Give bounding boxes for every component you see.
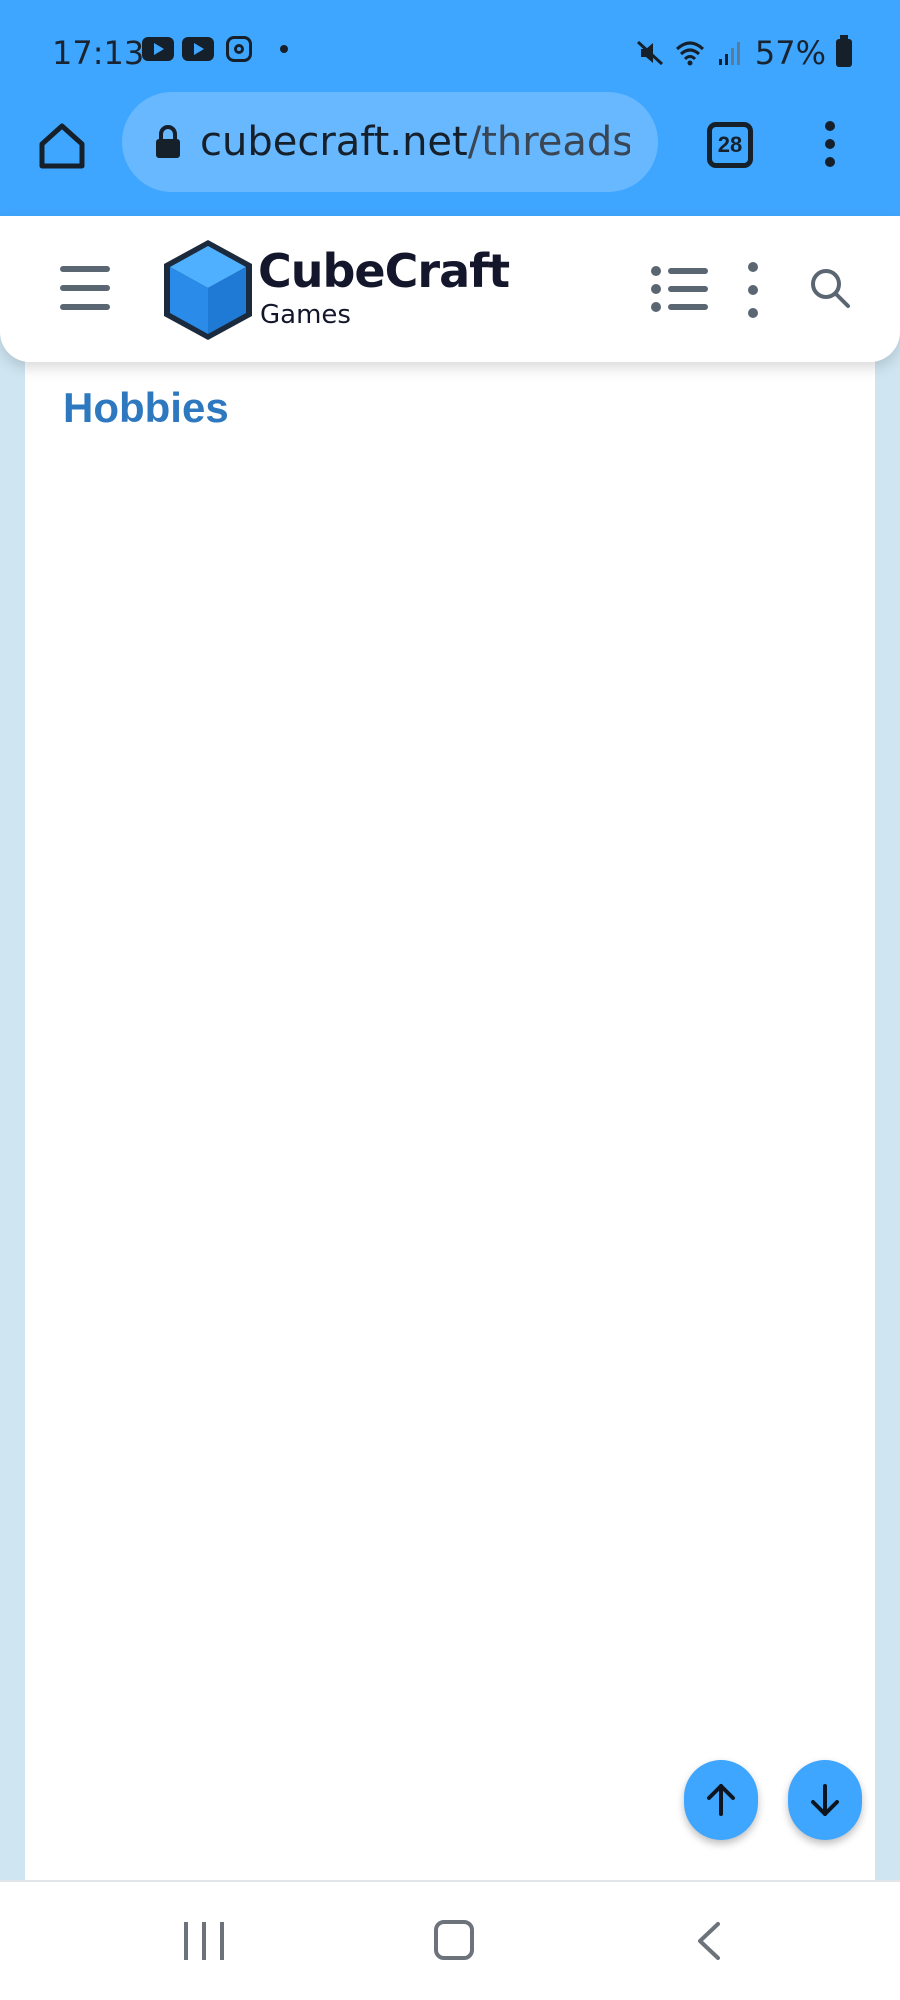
recent-apps-button[interactable] bbox=[184, 1922, 224, 1960]
status-bar: 17:13 57% bbox=[0, 0, 900, 100]
signal-icon bbox=[718, 42, 740, 65]
instagram-notification-icon bbox=[226, 36, 252, 62]
scroll-to-top-button[interactable] bbox=[684, 1760, 758, 1840]
forum-section-title[interactable]: Hobbies bbox=[63, 384, 229, 432]
battery-percent: 57% bbox=[754, 34, 826, 72]
address-bar[interactable]: cubecraft.net/threads/yo bbox=[122, 92, 658, 192]
whats-new-list-icon[interactable] bbox=[650, 264, 710, 314]
battery-icon bbox=[836, 35, 852, 67]
site-more-button[interactable] bbox=[740, 262, 766, 318]
youtube-notification-icon bbox=[182, 37, 214, 61]
system-navigation-bar bbox=[0, 1880, 900, 2000]
browser-toolbar: cubecraft.net/threads/yo 28 bbox=[0, 92, 900, 216]
arrow-up-icon bbox=[707, 1784, 735, 1816]
url-text: cubecraft.net/threads/yo bbox=[200, 119, 630, 165]
system-status: 57% bbox=[635, 34, 852, 72]
cubecraft-logo-icon[interactable] bbox=[154, 236, 262, 344]
url-host: cubecraft.net bbox=[200, 119, 468, 165]
scroll-to-bottom-button[interactable] bbox=[788, 1760, 862, 1840]
brand-name[interactable]: CubeCraft bbox=[258, 244, 510, 298]
home-icon bbox=[39, 123, 85, 169]
content-panel: Hobbies bbox=[25, 340, 875, 1880]
hamburger-menu-button[interactable] bbox=[60, 266, 110, 310]
more-notifications-dot-icon bbox=[280, 45, 288, 53]
url-path: /threads/yo bbox=[467, 119, 630, 165]
browser-menu-button[interactable] bbox=[810, 112, 850, 176]
system-home-button[interactable] bbox=[434, 1920, 474, 1960]
site-header: CubeCraft Games bbox=[0, 216, 900, 362]
back-icon[interactable] bbox=[690, 1918, 730, 1964]
brand-subtitle: Games bbox=[260, 300, 351, 330]
status-time: 17:13 bbox=[52, 34, 145, 72]
notification-icons bbox=[142, 36, 288, 62]
tab-switcher-button[interactable]: 28 bbox=[707, 122, 753, 168]
search-icon[interactable] bbox=[806, 264, 854, 312]
mute-icon bbox=[636, 40, 663, 66]
lock-icon bbox=[156, 125, 180, 158]
home-button[interactable] bbox=[30, 114, 94, 178]
wifi-icon bbox=[675, 41, 704, 66]
arrow-down-icon bbox=[811, 1784, 839, 1816]
youtube-notification-icon bbox=[142, 37, 174, 61]
